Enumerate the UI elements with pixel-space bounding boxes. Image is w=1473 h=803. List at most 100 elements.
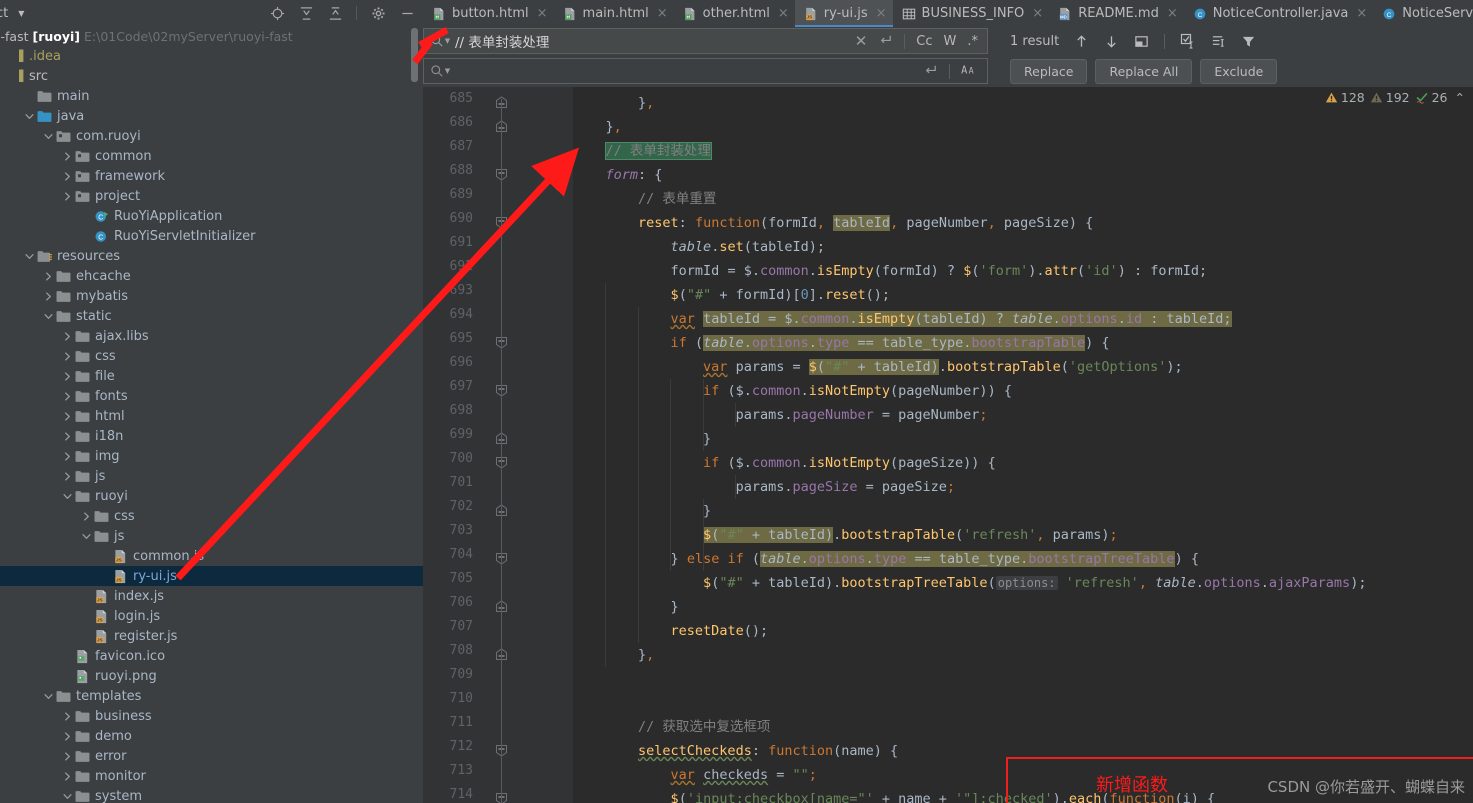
code-line[interactable]: }, xyxy=(573,115,622,139)
chevron-right-icon[interactable] xyxy=(42,270,55,283)
code-line[interactable]: // 获取选中复选框项 xyxy=(573,715,770,739)
tree-item-ruoyiapplication[interactable]: C RuoYiApplication xyxy=(0,206,423,226)
editor-gutter[interactable]: 685 686 687 688 689 690 691 692 693 694 695 696 697 6… xyxy=(423,87,573,803)
chevron-right-icon[interactable] xyxy=(61,170,74,183)
tree-item-ruoyiservletinitializer[interactable]: C RuoYiServletInitializer xyxy=(0,226,423,246)
tree-item-system[interactable]: system xyxy=(0,786,423,803)
expand-all-icon[interactable] xyxy=(298,5,314,21)
tree-item-common[interactable]: common xyxy=(0,146,423,166)
weak-warning-group[interactable]: 192 xyxy=(1370,90,1410,105)
code-line[interactable]: } else if (table.options.type == table_t… xyxy=(573,547,1199,571)
chevron-right-icon[interactable] xyxy=(61,730,74,743)
close-icon[interactable]: × xyxy=(1167,6,1178,21)
chevron-down-icon[interactable] xyxy=(61,490,74,503)
tree-item-fonts[interactable]: fonts xyxy=(0,386,423,406)
chevron-down-icon[interactable] xyxy=(61,790,74,803)
tree-item-js[interactable]: js xyxy=(0,466,423,486)
tree-item-src[interactable]: src xyxy=(0,66,423,86)
chevron-down-icon[interactable]: ▼ xyxy=(445,67,450,75)
code-line[interactable]: params.pageNumber = pageNumber; xyxy=(573,403,988,427)
chevron-right-icon[interactable] xyxy=(61,450,74,463)
tree-item-i18n[interactable]: i18n xyxy=(0,426,423,446)
code-line[interactable]: var checkeds = ""; xyxy=(573,763,817,787)
tree-item-file[interactable]: file xyxy=(0,366,423,386)
replace-buttons[interactable]: Replace Replace All Exclude xyxy=(1003,57,1278,85)
match-case-toggle[interactable]: Cc xyxy=(916,34,932,49)
project-scrollbar[interactable] xyxy=(411,28,418,82)
code-line[interactable]: if (table.options.type == table_type.boo… xyxy=(573,331,1110,355)
editor-tab-button-html[interactable]: Hbutton.html × xyxy=(423,0,554,27)
code-line[interactable]: }, xyxy=(573,643,654,667)
editor-tab-main-html[interactable]: Hmain.html × xyxy=(554,0,674,27)
chevron-right-icon[interactable] xyxy=(61,470,74,483)
tree-item-.idea[interactable]: .idea xyxy=(0,46,423,66)
tree-item-monitor[interactable]: monitor xyxy=(0,766,423,786)
tree-item-ry-ui.js[interactable]: JS ry-ui.js xyxy=(0,566,423,586)
chevron-down-icon[interactable] xyxy=(23,250,36,263)
project-tool-window[interactable]: ect ▼ xyxy=(0,0,423,803)
project-panel-toolbar[interactable] xyxy=(269,0,415,26)
editor-tab-other-html[interactable]: Hother.html × xyxy=(674,0,795,27)
replace-all-button[interactable]: Replace All xyxy=(1095,58,1193,84)
editor-tab-noticeserviceimpl-java[interactable]: CNoticeServiceImpl.java× xyxy=(1373,0,1473,27)
code-line[interactable]: } xyxy=(573,595,679,619)
code-line[interactable]: // 表单重置 xyxy=(573,187,716,211)
replace-multiline-icon[interactable] xyxy=(923,62,938,81)
chevron-right-icon[interactable] xyxy=(61,190,74,203)
editor-tab-bar[interactable]: Hbutton.html × Hmain.html × Hother.html × JS ry… xyxy=(423,0,1473,27)
tree-item-css[interactable]: css xyxy=(0,506,423,526)
typo-group[interactable]: 26 xyxy=(1415,90,1448,105)
close-icon[interactable]: × xyxy=(778,6,789,21)
collapse-all-icon[interactable] xyxy=(327,5,343,21)
next-match-icon[interactable] xyxy=(1104,34,1119,49)
tree-item-ajax.libs[interactable]: ajax.libs xyxy=(0,326,423,346)
filter-icon[interactable] xyxy=(1241,34,1256,49)
code-line[interactable]: } xyxy=(573,499,711,523)
code-line[interactable]: var params = $("#" + tableId).bootstrapT… xyxy=(573,355,1183,379)
tree-item-js[interactable]: js xyxy=(0,526,423,546)
tree-item-login.js[interactable]: JS login.js xyxy=(0,606,423,626)
replace-row[interactable]: ▼ AA xyxy=(423,57,988,85)
chevron-right-icon[interactable] xyxy=(61,370,74,383)
replace-button[interactable]: Replace xyxy=(1010,58,1088,84)
chevron-down-icon[interactable] xyxy=(42,130,55,143)
inspection-widget[interactable]: 128 192 26 ⌃ xyxy=(1325,90,1465,105)
collapse-inspections-icon[interactable]: ⌃ xyxy=(1455,90,1465,105)
regex-toggle[interactable]: .* xyxy=(967,34,978,49)
multiline-icon[interactable] xyxy=(878,32,893,51)
chevron-right-icon[interactable] xyxy=(61,150,74,163)
code-line[interactable]: resetDate(); xyxy=(573,619,769,643)
chevron-right-icon[interactable] xyxy=(61,390,74,403)
editor-tab-noticecontroller-java[interactable]: C NoticeController.java × xyxy=(1184,0,1374,27)
words-toggle[interactable]: W xyxy=(944,34,957,49)
warning-group[interactable]: 128 xyxy=(1325,90,1365,105)
close-icon[interactable]: × xyxy=(537,6,548,21)
exclude-button[interactable]: Exclude xyxy=(1200,58,1278,84)
tree-item-ehcache[interactable]: ehcache xyxy=(0,266,423,286)
chevron-right-icon[interactable] xyxy=(61,750,74,763)
code-editor[interactable]: 685 686 687 688 689 690 691 692 693 694 695 696 697 6… xyxy=(423,87,1473,803)
code-line[interactable]: // 表单封装处理 xyxy=(573,139,712,163)
code-line[interactable]: selectCheckeds: function(name) { xyxy=(573,739,898,763)
tree-item-business[interactable]: business xyxy=(0,706,423,726)
gear-icon[interactable] xyxy=(370,5,386,21)
tree-item-index.js[interactable]: JS index.js xyxy=(0,586,423,606)
previous-match-icon[interactable] xyxy=(1074,34,1089,49)
chevron-down-icon[interactable]: ▼ xyxy=(445,37,450,45)
find-row[interactable]: ▼ // 表单封装处理 ✕ Cc W .* xyxy=(423,27,1473,55)
code-line[interactable]: var tableId = $.common.isEmpty(tableId) … xyxy=(573,307,1232,331)
preserve-case-icon[interactable] xyxy=(1211,34,1226,49)
tree-item-ruoyi.png[interactable]: ruoyi.png xyxy=(0,666,423,686)
project-root-row[interactable]: oyi-fast [ruoyi] E:\01Code\02myServer\ru… xyxy=(0,26,423,46)
chevron-right-icon[interactable] xyxy=(61,330,74,343)
tree-item-css[interactable]: css xyxy=(0,346,423,366)
code-line[interactable]: formId = $.common.isEmpty(formId) ? $('f… xyxy=(573,259,1208,283)
close-icon[interactable]: × xyxy=(657,6,668,21)
tree-item-html[interactable]: html xyxy=(0,406,423,426)
chevron-right-icon[interactable] xyxy=(61,410,74,423)
minimize-icon[interactable] xyxy=(399,5,415,21)
tree-item-framework[interactable]: framework xyxy=(0,166,423,186)
editor-tab-business-info[interactable]: BUSINESS_INFO × xyxy=(893,0,1050,27)
chevron-right-icon[interactable] xyxy=(61,430,74,443)
in-selection-icon[interactable] xyxy=(1134,34,1149,49)
